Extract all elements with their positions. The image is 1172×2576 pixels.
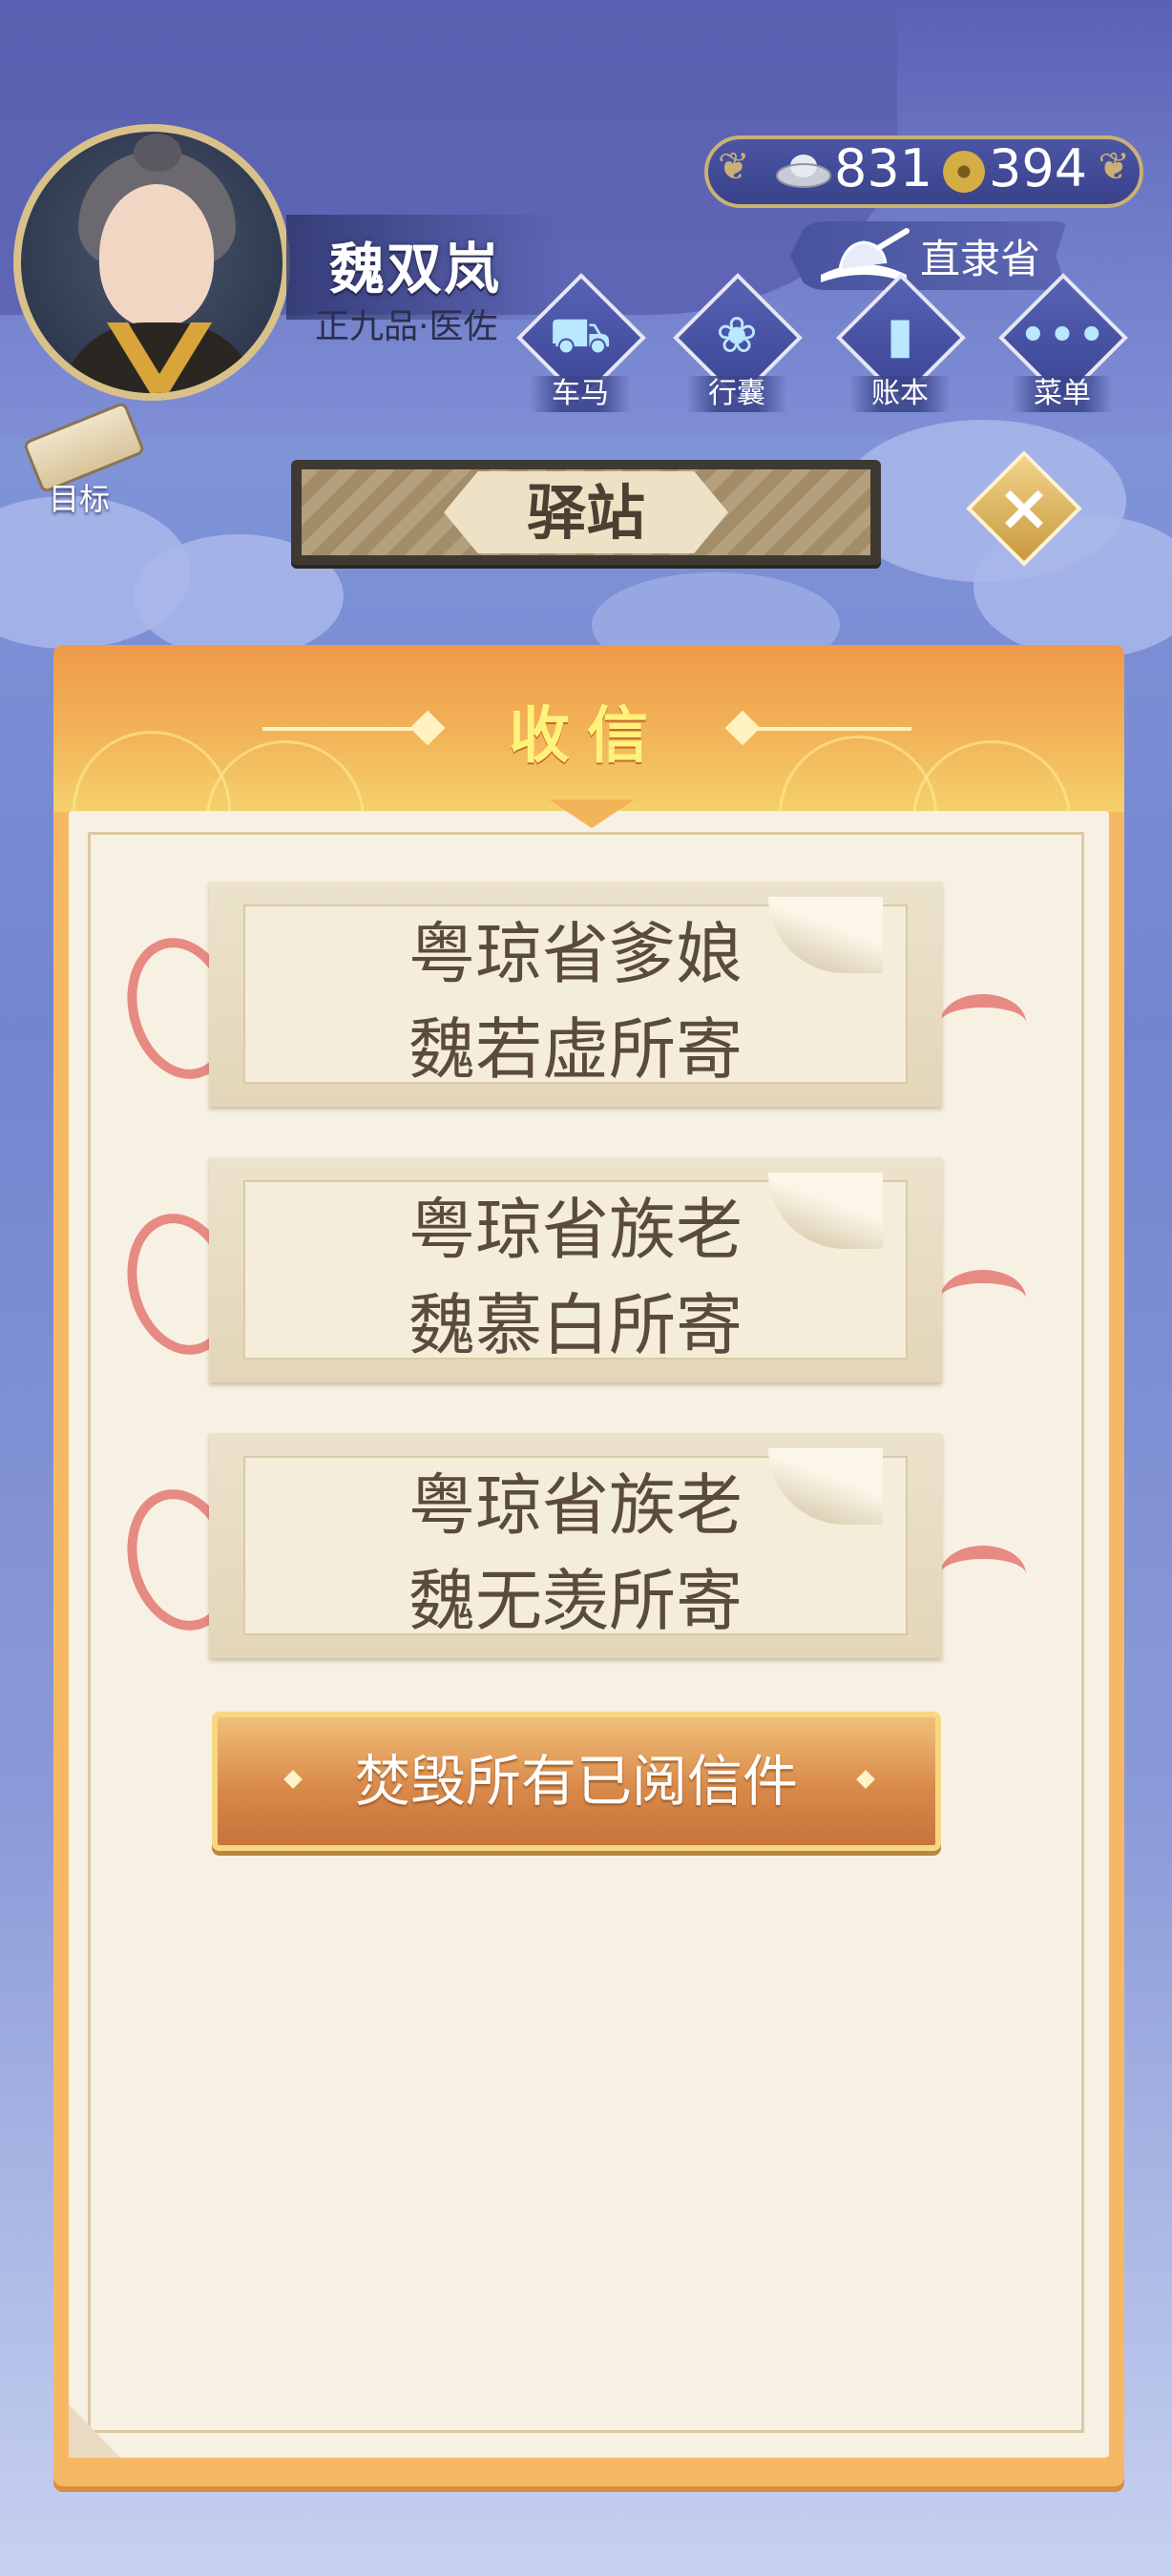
letter-sender-name: 魏无羡所寄: [408, 1562, 743, 1640]
letter-item[interactable]: 粤琼省族老 魏慕白所寄: [112, 1155, 1036, 1384]
close-icon: ×: [996, 470, 1052, 546]
nav-ledger-button[interactable]: ▮ 账本: [828, 273, 972, 422]
title-divider-right: [754, 727, 911, 731]
carriage-icon: ⛟: [549, 307, 612, 364]
letter-sender-name: 魏慕白所寄: [408, 1286, 743, 1364]
coin-amount: 394: [989, 138, 1088, 198]
bamboo-left-icon: ❦: [718, 145, 750, 189]
player-name: 魏双岚: [329, 237, 502, 301]
nav-carriage-button[interactable]: ⛟ 车马: [509, 273, 652, 422]
nav-label: 菜单: [1012, 376, 1113, 412]
nav-label: 行囊: [686, 376, 787, 412]
letter-sender-origin: 粤琼省族老: [408, 1191, 743, 1269]
letter-sender-origin: 粤琼省族老: [408, 1466, 743, 1545]
panel-title: 收信: [509, 701, 665, 772]
goal-label: 目标: [48, 481, 110, 517]
province-label: 直隶省: [920, 236, 1041, 282]
player-avatar[interactable]: [13, 124, 290, 401]
letter-sender-name: 魏若虚所寄: [408, 1010, 743, 1089]
copper-coin-icon: [943, 151, 985, 193]
nav-menu-button[interactable]: ••• 菜单: [991, 273, 1134, 422]
silver-ingot-icon: [776, 155, 831, 188]
letter-item[interactable]: 粤琼省爹娘 魏若虚所寄: [112, 880, 1036, 1109]
letter-item[interactable]: 粤琼省族老 魏无羡所寄: [112, 1431, 1036, 1660]
bamboo-right-icon: ❦: [1098, 145, 1130, 189]
burn-button-label: 焚毁所有已阅信件: [354, 1749, 798, 1814]
title-divider-left: [262, 727, 425, 731]
ledger-icon: ▮: [886, 307, 914, 364]
letter-sender-origin: 粤琼省爹娘: [408, 915, 743, 993]
nav-label: 账本: [849, 376, 951, 412]
screen-title: 驿站: [526, 478, 645, 548]
bundle-icon: ❀: [716, 307, 758, 364]
nav-label: 车马: [530, 376, 631, 412]
menu-dots-icon: •••: [1017, 307, 1106, 364]
nav-bundle-button[interactable]: ❀ 行囊: [665, 273, 808, 422]
player-rank: 正九品·医佐: [315, 307, 498, 346]
silver-amount: 831: [834, 138, 933, 198]
